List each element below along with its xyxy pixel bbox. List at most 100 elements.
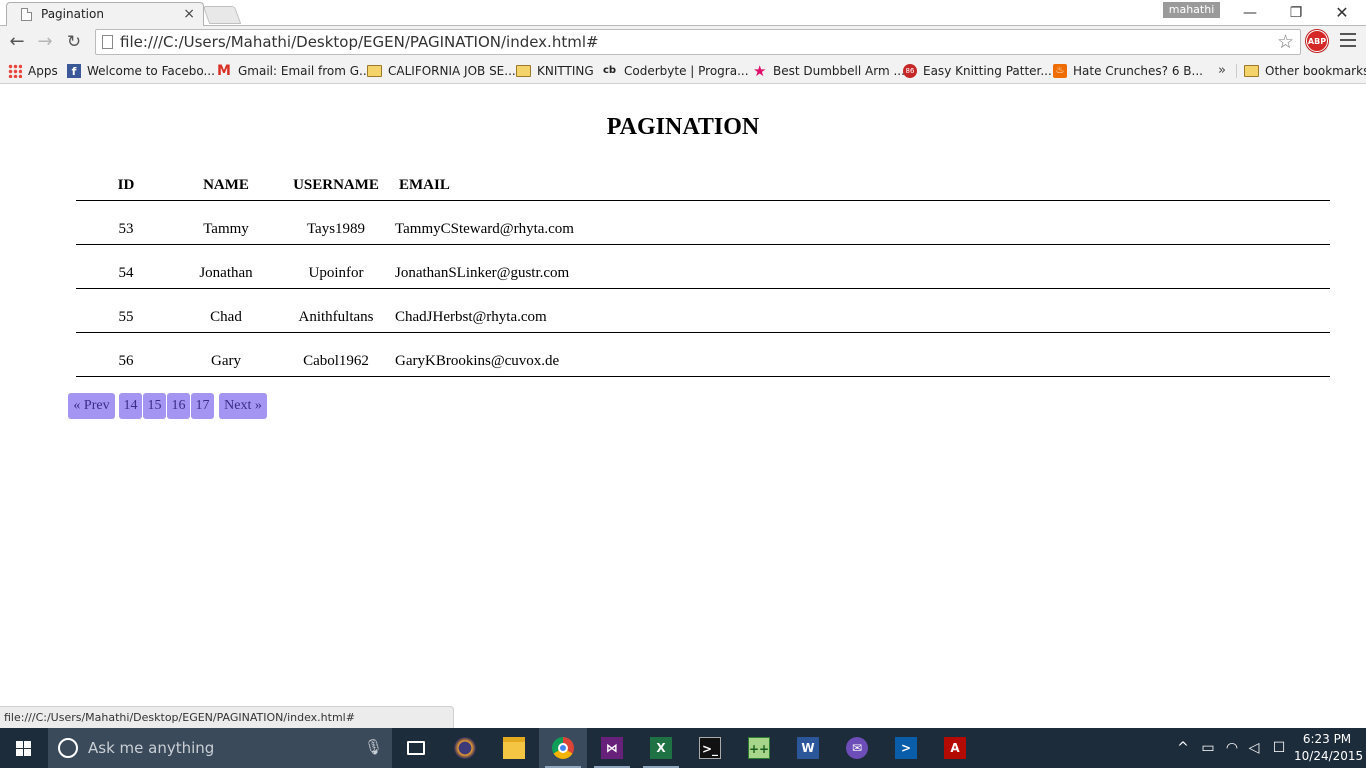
bookmark-dumbbell[interactable]: ★ Best Dumbbell Arm ... — [753, 62, 905, 80]
page-title: PAGINATION — [606, 114, 760, 140]
table-row: 53 Tammy Tays1989 TammyCSteward@rhyta.co… — [76, 201, 1330, 245]
bookmark-easy-knitting[interactable]: 86 Easy Knitting Patter... — [903, 62, 1052, 80]
cell-id: 53 — [118, 221, 134, 237]
cell-name: Jonathan — [199, 265, 253, 281]
start-button[interactable] — [0, 728, 48, 768]
next-page-button[interactable]: Next » — [219, 393, 267, 419]
bookmark-hate-crunches[interactable]: ♨ Hate Crunches? 6 B... — [1053, 62, 1203, 80]
bookmark-folder-california[interactable]: CALIFORNIA JOB SE... — [367, 62, 516, 80]
link-status-bubble: file:///C:/Users/Mahathi/Desktop/EGEN/PA… — [0, 706, 454, 728]
excel-icon: X — [650, 737, 672, 759]
notifications-icon[interactable]: ☐ — [1268, 728, 1290, 768]
cell-username: Tays1989 — [306, 221, 366, 237]
bookmark-apps[interactable]: Apps — [8, 62, 58, 80]
visual-studio-icon: ⋈ — [601, 737, 623, 759]
column-header-name: NAME — [203, 177, 249, 193]
cell-id: 55 — [118, 309, 134, 325]
apps-grid-icon — [8, 63, 22, 78]
tab-title: Pagination — [41, 7, 104, 21]
wifi-icon[interactable]: ◠ — [1222, 728, 1242, 768]
gmail-icon: M — [217, 62, 231, 79]
bookmark-folder-knitting[interactable]: KNITTING — [516, 62, 594, 80]
coderbyte-icon: cb — [603, 64, 617, 76]
acrobat-icon: A — [944, 737, 966, 759]
page-info-icon[interactable] — [102, 35, 113, 49]
bookmark-gmail[interactable]: M Gmail: Email from G... — [217, 62, 370, 80]
command-prompt-icon: >_ — [699, 737, 721, 759]
bookmark-label: Best Dumbbell Arm ... — [773, 64, 905, 78]
bookmark-label: Easy Knitting Patter... — [923, 64, 1052, 78]
bookmarks-bar: Apps f Welcome to Facebo... M Gmail: Email… — [0, 58, 1366, 84]
taskbar-visual-studio[interactable]: ⋈ — [588, 728, 636, 768]
mail-icon: ✉ — [846, 737, 868, 759]
back-button[interactable]: ← — [5, 30, 29, 54]
cortana-search-box[interactable]: Ask me anything 🎙 — [48, 728, 392, 768]
new-tab-button[interactable] — [202, 6, 242, 24]
system-clock[interactable]: 6:23 PM 10/24/2015 — [1294, 731, 1363, 765]
chrome-menu-icon[interactable] — [1340, 33, 1356, 51]
taskbar-command-prompt[interactable]: >_ — [686, 728, 734, 768]
eclipse-icon — [454, 737, 476, 759]
url-text[interactable]: file:///C:/Users/Mahathi/Desktop/EGEN/PA… — [120, 33, 599, 51]
taskbar-acrobat[interactable]: A — [931, 728, 979, 768]
bookmarks-overflow-button[interactable]: » — [1218, 62, 1226, 80]
folder-icon — [516, 64, 531, 77]
page-icon — [21, 8, 32, 21]
page-button-14[interactable]: 14 — [119, 393, 142, 419]
cell-email: JonathanSLinker@gustr.com — [395, 265, 570, 281]
bookmark-label: Apps — [28, 64, 58, 78]
page-button-15[interactable]: 15 — [143, 393, 166, 419]
column-header-id: ID — [117, 177, 135, 193]
adblock-plus-icon[interactable]: ABP — [1306, 30, 1328, 52]
cell-id: 56 — [118, 353, 134, 369]
browser-tab[interactable]: Pagination × — [6, 2, 204, 26]
bookmark-other-bookmarks[interactable]: Other bookmarks — [1244, 62, 1366, 80]
taskbar-powershell[interactable]: > — [882, 728, 930, 768]
forward-button[interactable]: → — [33, 30, 57, 54]
taskbar-mail[interactable]: ✉ — [833, 728, 881, 768]
cell-username: Cabol1962 — [303, 353, 369, 369]
file-explorer-icon — [503, 737, 525, 759]
close-window-button[interactable]: ✕ — [1319, 0, 1365, 26]
taskbar-task-view[interactable] — [392, 728, 440, 768]
minimize-button[interactable]: — — [1227, 0, 1273, 26]
battery-icon[interactable]: ▭ — [1198, 728, 1218, 768]
page-button-17[interactable]: 17 — [191, 393, 214, 419]
bookmark-facebook[interactable]: f Welcome to Facebo... — [67, 62, 215, 80]
bookmark-label: Coderbyte | Progra... — [624, 64, 749, 78]
bookmark-label: CALIFORNIA JOB SE... — [388, 64, 516, 78]
taskbar-excel[interactable]: X — [637, 728, 685, 768]
bookmark-star-icon[interactable]: ☆ — [1277, 31, 1294, 53]
microphone-icon[interactable]: 🎙 — [364, 738, 383, 756]
cell-email: GaryKBrookins@cuvox.de — [395, 353, 560, 369]
page-button-16[interactable]: 16 — [167, 393, 190, 419]
clock-time: 6:23 PM — [1302, 732, 1352, 746]
cell-username: Upoinfor — [308, 265, 364, 281]
cortana-icon — [58, 738, 78, 758]
windows-logo-icon — [16, 741, 32, 756]
restore-button[interactable]: ❐ — [1273, 0, 1319, 26]
tray-overflow-icon[interactable]: ^ — [1174, 728, 1192, 768]
taskbar-eclipse[interactable] — [441, 728, 489, 768]
taskbar-word[interactable]: W — [784, 728, 832, 768]
taskbar-notepad-plus-plus[interactable]: ++ — [735, 728, 783, 768]
bookmarks-divider — [1236, 64, 1237, 78]
address-bar[interactable]: file:///C:/Users/Mahathi/Desktop/EGEN/PA… — [95, 29, 1301, 55]
table-row: 54 Jonathan Upoinfor JonathanSLinker@gus… — [76, 245, 1330, 289]
bookmark-coderbyte[interactable]: cb Coderbyte | Progra... — [603, 62, 749, 80]
reload-button[interactable]: ↻ — [62, 30, 86, 54]
browser-toolbar: ← → ↻ file:///C:/Users/Mahathi/Desktop/E… — [0, 26, 1366, 58]
taskbar-chrome[interactable] — [539, 728, 587, 768]
taskbar-file-explorer[interactable] — [490, 728, 538, 768]
tab-close-button[interactable]: × — [183, 5, 195, 23]
folder-icon — [367, 64, 382, 77]
volume-icon[interactable]: ◁ — [1244, 728, 1264, 768]
table-header-row: ID NAME USERNAME EMAIL — [76, 172, 1330, 201]
powershell-icon: > — [895, 737, 917, 759]
fire-icon: ♨ — [1053, 63, 1067, 78]
bookmark-label: Welcome to Facebo... — [87, 64, 215, 78]
prev-page-button[interactable]: « Prev — [68, 393, 115, 419]
cell-name: Chad — [210, 309, 242, 325]
facebook-icon: f — [67, 63, 81, 78]
profile-badge[interactable]: mahathi — [1163, 2, 1220, 18]
